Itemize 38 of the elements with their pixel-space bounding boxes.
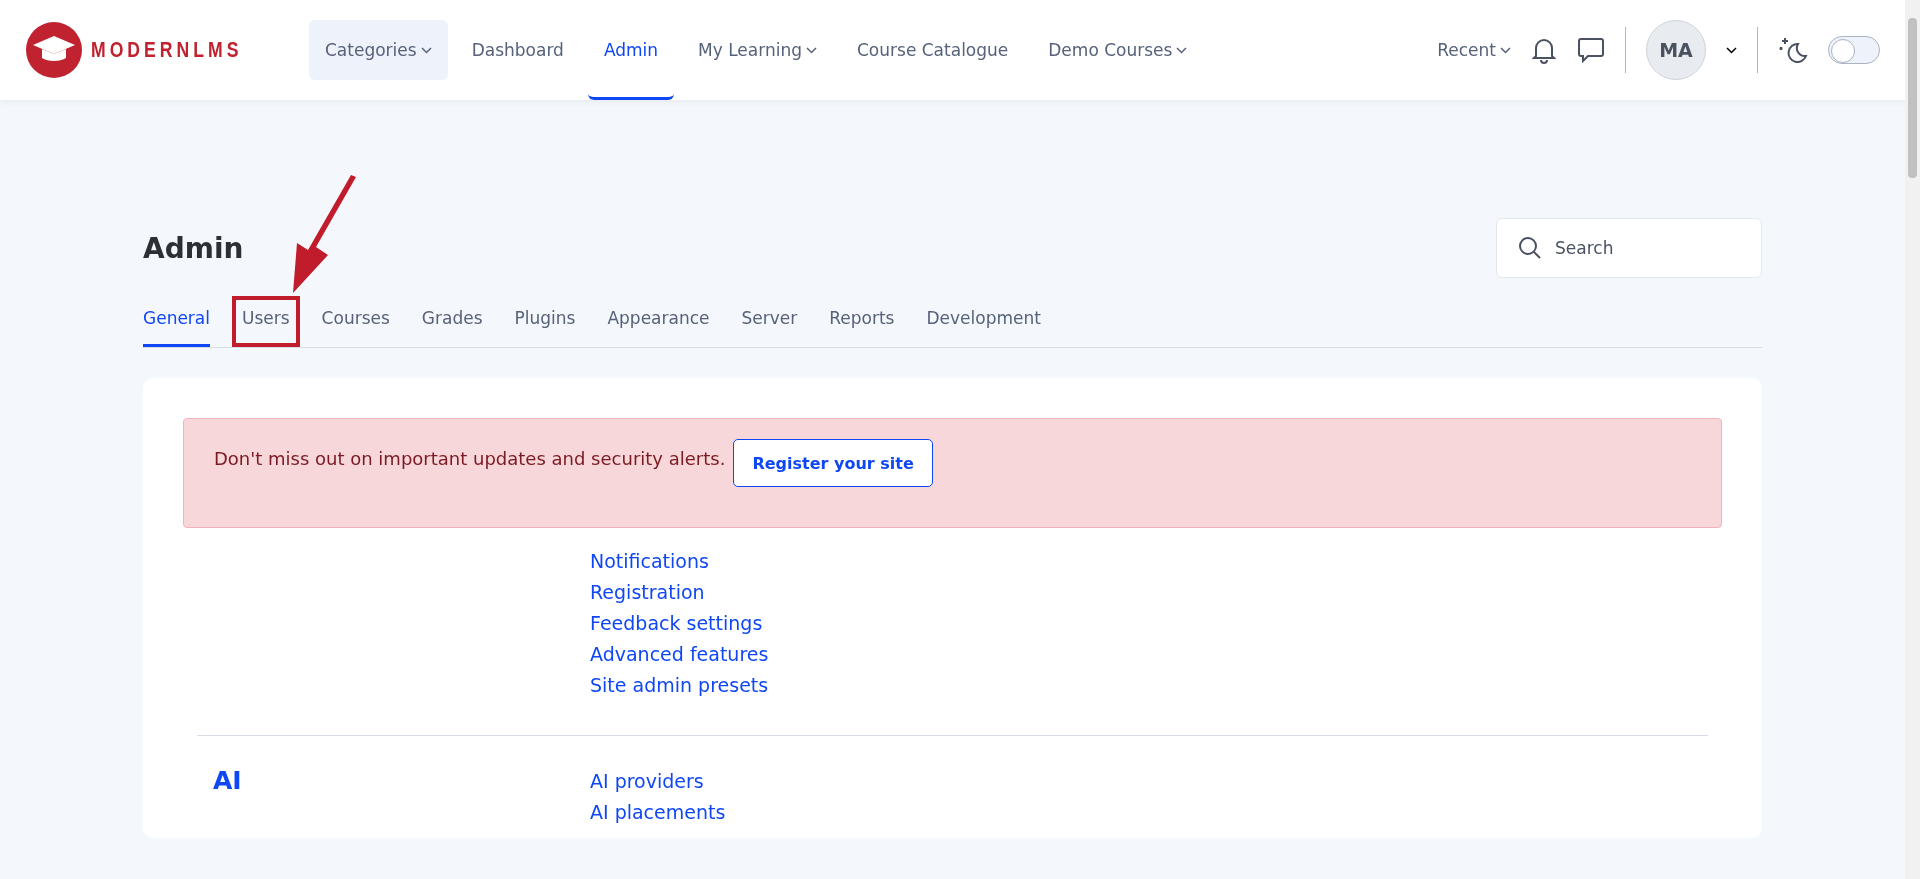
admin-tab[interactable]: Appearance bbox=[607, 296, 710, 347]
search-field[interactable]: Search bbox=[1496, 218, 1762, 278]
graduation-cap-logo-icon bbox=[25, 21, 83, 79]
search-icon bbox=[1518, 236, 1542, 260]
chevron-down-icon bbox=[1726, 46, 1737, 54]
settings-link[interactable]: Feedback settings bbox=[590, 608, 1708, 639]
nav-link[interactable]: Admin bbox=[587, 0, 675, 100]
admin-tab[interactable]: Plugins bbox=[514, 296, 576, 347]
user-avatar[interactable]: MA bbox=[1646, 20, 1706, 80]
settings-link[interactable]: Advanced features bbox=[590, 639, 1708, 670]
nav-link[interactable]: Dashboard bbox=[455, 0, 580, 100]
admin-tab[interactable]: Server bbox=[741, 296, 798, 347]
alert-message: Don't miss out on important updates and security alerts. bbox=[214, 447, 726, 471]
settings-link[interactable]: Site admin presets bbox=[590, 670, 1708, 701]
admin-tab[interactable]: Users bbox=[232, 296, 300, 347]
settings-link[interactable]: Notifications bbox=[590, 546, 1708, 577]
recent-menu[interactable]: Recent bbox=[1437, 40, 1511, 60]
admin-tab[interactable]: Grades bbox=[421, 296, 483, 347]
admin-tab[interactable]: General bbox=[143, 296, 210, 347]
settings-link[interactable]: AI providers bbox=[590, 766, 1708, 797]
nav-link[interactable]: My Learning bbox=[682, 0, 833, 100]
nav-link[interactable]: Course Catalogue bbox=[841, 0, 1025, 100]
moon-stars-icon[interactable] bbox=[1778, 36, 1808, 64]
chat-bubble-icon[interactable] bbox=[1577, 37, 1605, 63]
logo-wordmark: MODERNLMS bbox=[91, 37, 243, 63]
nav-link[interactable]: Categories bbox=[309, 20, 448, 80]
admin-tab[interactable]: Development bbox=[926, 296, 1041, 347]
admin-tab[interactable]: Courses bbox=[321, 296, 390, 347]
chevron-down-icon bbox=[1500, 46, 1511, 54]
section-heading[interactable]: AI bbox=[197, 766, 590, 795]
page-title: Admin bbox=[143, 231, 244, 265]
dark-mode-toggle[interactable] bbox=[1828, 36, 1880, 64]
settings-link[interactable]: AI placements bbox=[590, 797, 1708, 828]
admin-tab[interactable]: Reports bbox=[829, 296, 895, 347]
notification-bell-icon[interactable] bbox=[1531, 36, 1557, 64]
nav-link[interactable]: Demo Courses bbox=[1032, 0, 1204, 100]
register-site-button[interactable]: Register your site bbox=[733, 439, 933, 487]
settings-link[interactable]: Registration bbox=[590, 577, 1708, 608]
